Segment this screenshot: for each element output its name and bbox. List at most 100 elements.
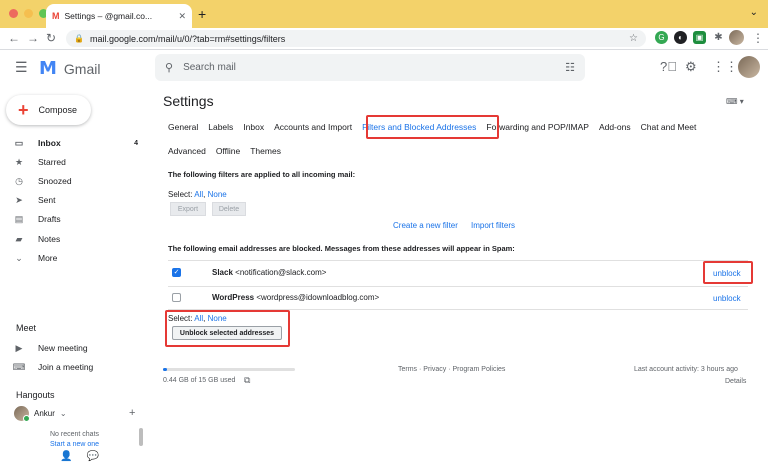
unblock-wordpress-link[interactable]: unblock <box>713 294 741 303</box>
export-button[interactable]: Export <box>170 202 206 216</box>
search-input[interactable]: Search mail <box>183 62 236 73</box>
clock-icon: ◷ <box>15 175 23 186</box>
blocked-sender-name: WordPress <box>212 293 255 302</box>
program-policies-link[interactable]: Program Policies <box>452 366 505 373</box>
tab-accounts-import[interactable]: Accounts and Import <box>274 122 352 132</box>
select-label: Select: <box>168 190 193 199</box>
tab-title-suffix: @gmail.co... <box>104 11 153 21</box>
join-meeting-item[interactable]: ⌨ Join a meeting <box>0 358 150 376</box>
search-bar[interactable]: ⚲ Search mail ☷ <box>155 54 585 81</box>
manage-storage-icon[interactable]: ⧉ <box>244 375 250 386</box>
highlight-unblock-link <box>703 261 753 284</box>
tab-chat-meet[interactable]: Chat and Meet <box>641 122 697 132</box>
window-controls <box>9 9 48 18</box>
browser-menu-icon[interactable]: ⋮ <box>752 31 764 45</box>
compose-plus-icon: + <box>18 100 29 120</box>
hangouts-user-name: Ankur <box>34 409 55 418</box>
tab-forwarding[interactable]: Forwarding and POP/IMAP <box>486 122 589 132</box>
account-avatar[interactable] <box>738 56 760 78</box>
url-field[interactable]: 🔒 mail.google.com/mail/u/0/?tab=rm#setti… <box>66 30 646 47</box>
sidebar-item-label: Starred <box>38 157 66 167</box>
extensions-puzzle-icon[interactable]: ✱ <box>712 31 725 44</box>
minimize-window-button[interactable] <box>24 9 33 18</box>
extension-badge-icon[interactable]: ▣ <box>693 31 706 44</box>
bookmark-star-icon[interactable]: ☆ <box>629 33 638 44</box>
add-chat-icon[interactable]: + <box>129 407 135 419</box>
apps-grid-icon[interactable]: ⋮⋮ <box>712 59 738 75</box>
filters-select-row: Select: All, None <box>168 190 227 199</box>
delete-button[interactable]: Delete <box>212 202 246 216</box>
sidebar-item-sent[interactable]: ➤ Sent <box>0 191 150 209</box>
main-menu-icon[interactable]: ☰ <box>15 59 28 76</box>
close-tab-icon[interactable]: ✕ <box>178 11 186 22</box>
sidebar-item-label: Notes <box>38 234 61 244</box>
contacts-person-icon[interactable]: 👤 <box>60 451 72 462</box>
chevron-down-icon: ⌄ <box>59 409 67 418</box>
sidebar-item-label: Drafts <box>38 214 61 224</box>
tab-inbox[interactable]: Inbox <box>243 122 264 132</box>
back-icon[interactable]: ← <box>8 31 20 45</box>
search-icon[interactable]: ⚲ <box>165 61 173 74</box>
new-tab-icon[interactable]: + <box>198 6 206 22</box>
highlight-unblock-selected <box>165 310 290 347</box>
close-window-button[interactable] <box>9 9 18 18</box>
tab-addons[interactable]: Add-ons <box>599 122 631 132</box>
gmail-logo[interactable]: M Gmail <box>39 58 100 79</box>
browser-tab-bar: M Settings – @gmail.co... ✕ + ⌄ <box>0 0 768 28</box>
storage-used: 0.44 GB of 15 GB used <box>163 377 236 384</box>
divider <box>168 286 748 287</box>
hangouts-user[interactable]: Ankur ⌄ <box>14 406 67 422</box>
select-all-filters-link[interactable]: All <box>194 190 203 199</box>
tab-offline[interactable]: Offline <box>216 146 240 156</box>
keyboard-input-icon[interactable]: ⌨ ▾ <box>726 97 744 106</box>
draft-icon: ▤ <box>14 213 24 224</box>
browser-tab[interactable]: M Settings – @gmail.co... ✕ <box>46 4 192 28</box>
app-name: Gmail <box>63 60 101 77</box>
tab-themes[interactable]: Themes <box>250 146 281 156</box>
video-camera-icon: ▶ <box>15 342 23 353</box>
new-meeting-item[interactable]: ▶ New meeting <box>0 339 150 357</box>
sidebar-item-label: Snoozed <box>38 176 72 186</box>
sidebar-item-notes[interactable]: ▰ Notes <box>0 230 150 248</box>
browser-profile-avatar[interactable] <box>729 30 744 45</box>
send-icon: ➤ <box>15 194 23 205</box>
create-filter-link[interactable]: Create a new filter <box>393 221 458 230</box>
details-link[interactable]: Details <box>725 378 746 385</box>
sidebar-item-label: Sent <box>38 195 56 205</box>
sidebar-item-starred[interactable]: ★ Starred <box>0 153 150 171</box>
terms-link[interactable]: Terms <box>398 366 417 373</box>
new-meeting-label: New meeting <box>38 343 88 353</box>
sidebar-item-snoozed[interactable]: ◷ Snoozed <box>0 172 150 190</box>
sidebar-scrollbar[interactable] <box>139 428 143 446</box>
sidebar-item-more[interactable]: ⌄ More <box>0 249 150 267</box>
extension-green-icon[interactable]: G <box>655 31 668 44</box>
compose-button[interactable]: + Compose <box>6 95 91 125</box>
sidebar-item-inbox[interactable]: ▭ Inbox 4 <box>0 134 150 152</box>
meet-section-title: Meet <box>16 323 37 333</box>
tab-search-icon[interactable]: ⌄ <box>750 7 758 18</box>
tab-labels[interactable]: Labels <box>208 122 233 132</box>
select-none-filters-link[interactable]: None <box>208 190 227 199</box>
help-icon[interactable]: ?⃝ <box>660 59 677 74</box>
blocked-address-slack: Slack <notification@slack.com> <box>212 268 326 277</box>
import-filters-link[interactable]: Import filters <box>471 221 515 230</box>
forward-icon[interactable]: → <box>27 31 39 45</box>
lock-icon: 🔒 <box>74 34 84 43</box>
sidebar-item-drafts[interactable]: ▤ Drafts <box>0 210 150 228</box>
screen: M Settings – @gmail.co... ✕ + ⌄ ← → ↻ 🔒 … <box>0 0 768 466</box>
blocked-checkbox-wordpress[interactable] <box>172 293 181 302</box>
reload-icon[interactable]: ↻ <box>46 31 56 45</box>
settings-gear-icon[interactable]: ⚙ <box>685 59 697 75</box>
inbox-count: 4 <box>134 139 138 147</box>
tab-general[interactable]: General <box>168 122 198 132</box>
no-recent-chats: No recent chats <box>50 431 100 438</box>
search-options-icon[interactable]: ☷ <box>565 61 575 74</box>
page-title: Settings <box>163 93 214 109</box>
blocked-sender-name: Slack <box>212 268 233 277</box>
privacy-link[interactable]: Privacy <box>423 366 446 373</box>
hangouts-quote-icon[interactable]: 💬 <box>86 451 98 462</box>
tab-advanced[interactable]: Advanced <box>168 146 206 156</box>
extension-dark-icon[interactable]: ◐ <box>674 31 687 44</box>
blocked-checkbox-slack[interactable]: ✓ <box>172 268 181 277</box>
storage-bar <box>163 368 295 371</box>
